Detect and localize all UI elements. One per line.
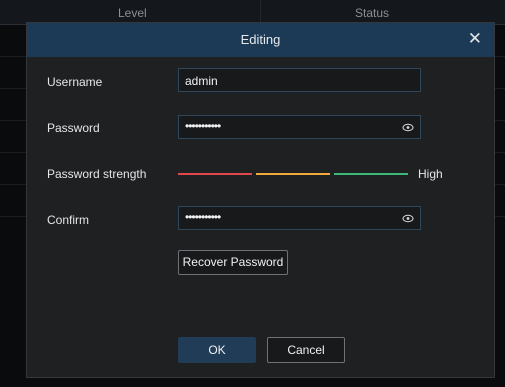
eye-icon[interactable] bbox=[402, 213, 414, 224]
confirm-password-field[interactable]: ••••••••••• bbox=[178, 206, 421, 230]
username-label: Username bbox=[47, 75, 103, 89]
strength-bar-medium bbox=[256, 173, 330, 175]
column-divider bbox=[260, 0, 261, 24]
editing-dialog: Editing ✕ Username admin Password ••••••… bbox=[26, 22, 495, 378]
cancel-button[interactable]: Cancel bbox=[267, 337, 345, 363]
username-value: admin bbox=[185, 74, 218, 88]
password-strength-label: Password strength bbox=[47, 167, 147, 181]
password-strength-level: High bbox=[418, 167, 443, 181]
close-icon[interactable]: ✕ bbox=[468, 29, 482, 49]
dialog-header: Editing ✕ bbox=[27, 23, 494, 57]
confirm-label: Confirm bbox=[47, 213, 90, 227]
eye-icon[interactable] bbox=[402, 122, 414, 133]
strength-bar-weak bbox=[178, 173, 252, 175]
password-field[interactable]: ••••••••••• bbox=[178, 115, 421, 139]
ok-button[interactable]: OK bbox=[178, 337, 256, 363]
confirm-value: ••••••••••• bbox=[185, 210, 221, 224]
recover-password-button[interactable]: Recover Password bbox=[178, 250, 288, 275]
column-header-level[interactable]: Level bbox=[118, 6, 147, 20]
password-value: ••••••••••• bbox=[185, 119, 221, 133]
dialog-title: Editing bbox=[240, 32, 281, 47]
column-header-status[interactable]: Status bbox=[355, 6, 389, 20]
username-field[interactable]: admin bbox=[178, 68, 421, 92]
password-label: Password bbox=[47, 121, 100, 135]
strength-bar-strong bbox=[334, 173, 408, 175]
